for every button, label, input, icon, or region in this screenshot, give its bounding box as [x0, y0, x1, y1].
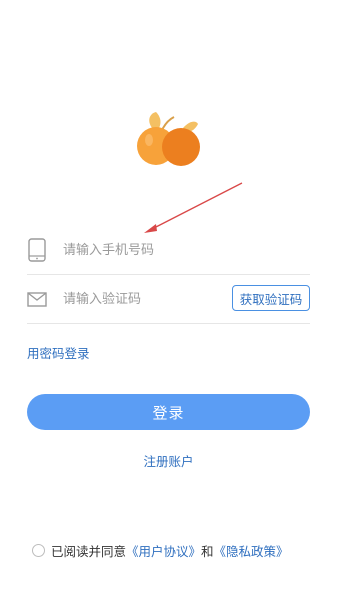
get-verification-code-button[interactable]: 获取验证码 — [232, 285, 310, 311]
stem-shape — [161, 116, 175, 131]
fruit-highlight — [145, 134, 153, 146]
orange-fruit-logo-icon — [137, 112, 200, 166]
verification-code-row: 获取验证码 — [27, 275, 310, 323]
register-account-link[interactable]: 注册账户 — [0, 451, 337, 470]
divider — [27, 323, 310, 324]
verification-code-input[interactable] — [63, 287, 243, 311]
privacy-policy-link[interactable]: 《隐私政策》 — [214, 541, 289, 560]
phone-icon — [28, 238, 46, 262]
agreement-checkbox[interactable] — [32, 543, 45, 557]
phone-number-row — [27, 226, 310, 274]
agreement-row: 已阅读并同意 《用户协议》 和 《隐私政策》 — [32, 540, 332, 560]
agreement-and: 和 — [201, 543, 214, 559]
fruit-shape — [162, 128, 200, 166]
password-login-link[interactable]: 用密码登录 — [27, 343, 90, 362]
phone-number-input[interactable] — [63, 238, 243, 262]
mail-icon — [27, 292, 47, 307]
agreement-prefix: 已阅读并同意 — [51, 543, 127, 559]
login-button[interactable]: 登录 — [27, 394, 310, 430]
user-agreement-link[interactable]: 《用户协议》 — [126, 541, 201, 560]
